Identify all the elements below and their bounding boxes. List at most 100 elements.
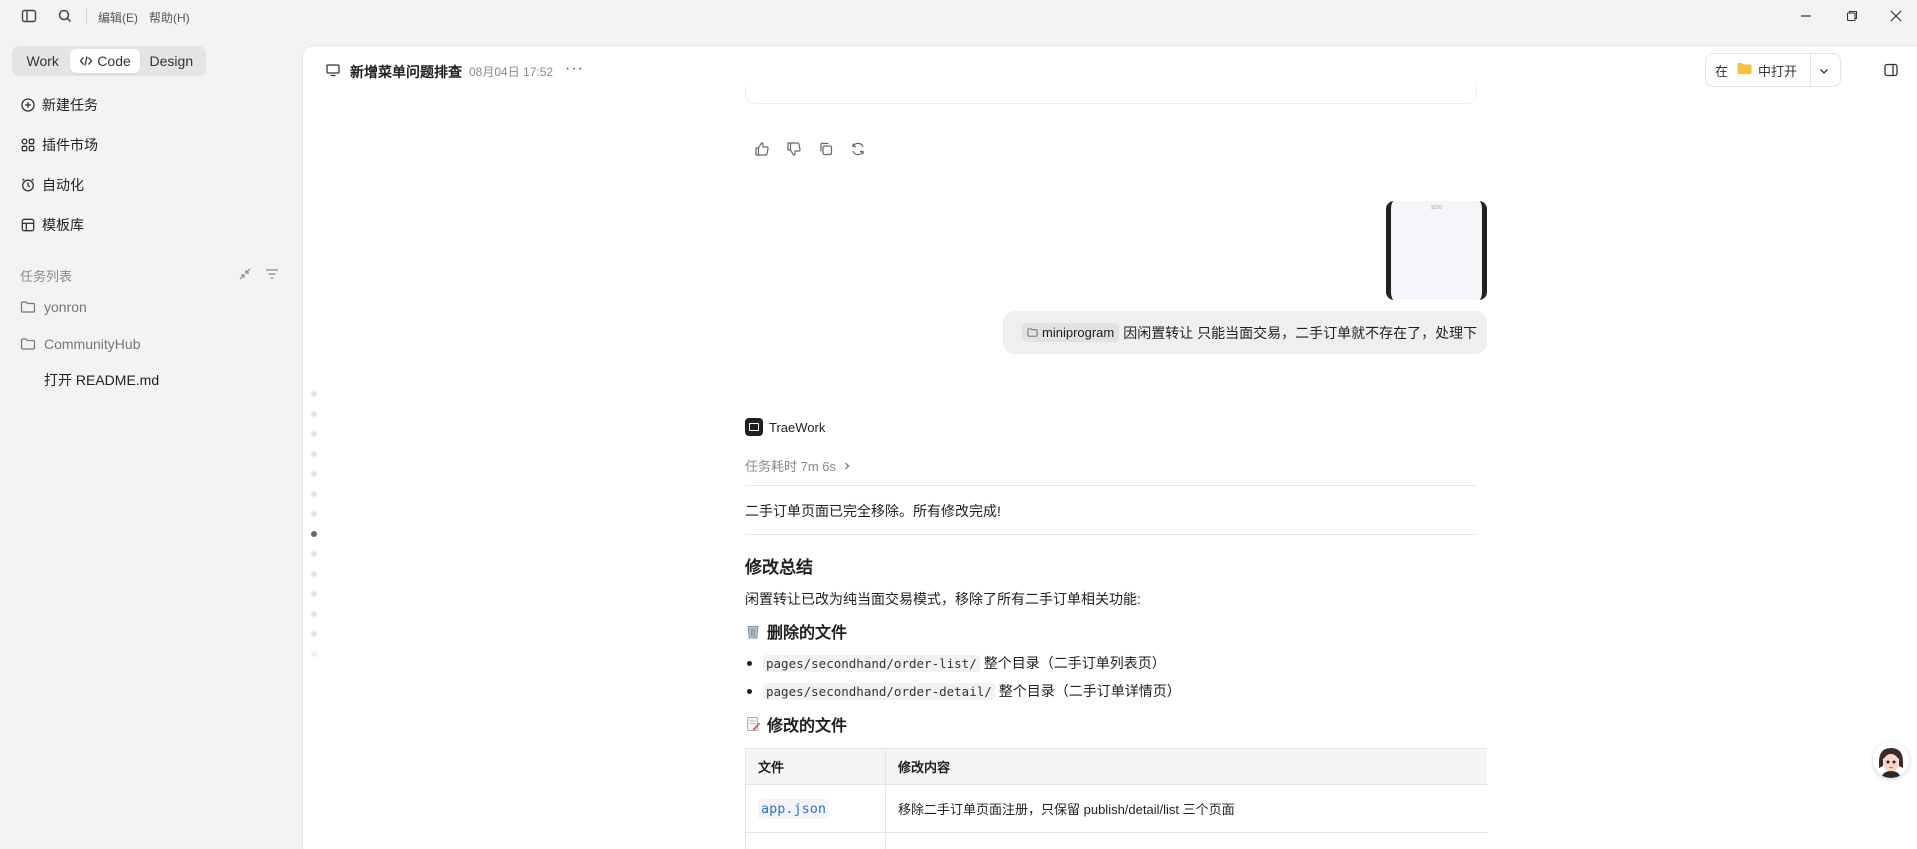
timeline-dot[interactable]	[311, 631, 317, 637]
template-icon	[21, 218, 35, 232]
task-duration-label: 任务耗时 7m 6s	[745, 459, 837, 474]
timeline-dot[interactable]	[311, 551, 317, 557]
deleted-files-title: 删除的文件	[767, 625, 848, 642]
thumbs-up-icon[interactable]	[754, 141, 770, 157]
refresh-icon[interactable]	[850, 141, 866, 157]
plugins-icon	[21, 138, 35, 152]
folder-icon	[20, 301, 36, 313]
timeline-dot[interactable]	[311, 511, 317, 517]
mode-code-label: Code	[97, 53, 131, 69]
nav-automation[interactable]: 自动化	[20, 174, 84, 196]
folder-label: CommunityHub	[44, 336, 141, 352]
file-link[interactable]: app.json	[758, 798, 830, 819]
agent-header: TraeWork	[745, 418, 825, 436]
modified-files-heading: 修改的文件	[745, 712, 847, 736]
collapse-icon[interactable]	[237, 266, 253, 282]
more-icon[interactable]: ···	[565, 60, 584, 78]
chevron-down-icon[interactable]	[1818, 65, 1830, 80]
attached-screenshot-thumbnail[interactable]: $326	[1386, 201, 1487, 300]
table-header-change: 修改内容	[898, 760, 951, 775]
table-header-file: 文件	[746, 749, 886, 784]
timeline-dot[interactable]	[311, 451, 317, 457]
traework-logo-icon	[745, 418, 763, 436]
menu-help[interactable]: 帮助(H)	[149, 9, 190, 26]
assistant-avatar[interactable]	[1873, 742, 1909, 778]
thumbnail-caption: $326	[1430, 205, 1443, 211]
agent-name: TraeWork	[769, 419, 826, 435]
table-header-row: 文件 修改内容	[746, 749, 1487, 785]
list-item-text: 整个目录（二手订单详情页）	[998, 683, 1181, 699]
task-list-title: 任务列表	[20, 269, 73, 284]
inline-code: pages/secondhand/order-detail/	[763, 682, 995, 700]
timeline-dot[interactable]	[311, 411, 317, 417]
list-item: pages/secondhand/order-list/ 整个目录（二手订单列表…	[747, 653, 1166, 673]
main-panel: 新增菜单问题排查 08月04日 17:52 ··· 在 中打开 $326 min…	[302, 45, 1917, 849]
nav-plugin-market[interactable]: 插件市场	[20, 134, 98, 156]
open-in-button[interactable]: 在 中打开	[1705, 53, 1841, 87]
folder-item-communityhub[interactable]: CommunityHub	[20, 334, 140, 354]
folder-label: yonron	[44, 299, 87, 315]
folder-chip-label: miniprogram	[1042, 325, 1115, 340]
title-bar-divider	[86, 8, 87, 24]
folder-chip[interactable]: miniprogram	[1022, 323, 1120, 342]
title-bar: 编辑(E) 帮助(H)	[0, 0, 1917, 32]
timeline-dot[interactable]	[311, 391, 317, 397]
wastebasket-icon	[747, 626, 759, 639]
mode-switch: Work Code Design	[12, 46, 206, 76]
memo-icon	[747, 717, 761, 731]
modified-files-title: 修改的文件	[767, 718, 848, 735]
table-row: app.json 移除二手订单页面注册，只保留 publish/detail/l…	[746, 785, 1487, 833]
timeline-dot-active[interactable]	[311, 531, 317, 537]
nav-new-task-label: 新建任务	[42, 97, 98, 113]
list-item: pages/secondhand/order-detail/ 整个目录（二手订单…	[747, 681, 1181, 701]
folder-item-yonron[interactable]: yonron	[20, 297, 87, 317]
plus-circle-icon	[21, 98, 35, 112]
open-readme-item[interactable]: 打开 README.md	[44, 370, 159, 390]
menu-edit[interactable]: 编辑(E)	[98, 9, 138, 26]
close-button[interactable]	[1880, 4, 1912, 28]
timeline-dot[interactable]	[311, 651, 317, 657]
restore-button[interactable]	[1836, 4, 1868, 28]
minimize-button[interactable]	[1790, 4, 1822, 28]
copy-icon[interactable]	[818, 141, 834, 157]
thumbs-down-icon[interactable]	[786, 141, 802, 157]
timeline-dot[interactable]	[311, 571, 317, 577]
table-cell-file: app.json	[746, 785, 886, 832]
open-in-divider	[1810, 53, 1811, 87]
previous-message-card	[745, 86, 1477, 104]
message-timeline	[311, 391, 317, 671]
timeline-dot[interactable]	[311, 431, 317, 437]
list-item-text: 整个目录（二手订单列表页）	[983, 655, 1166, 671]
mode-design-button[interactable]: Design	[140, 49, 203, 73]
mode-code-button[interactable]: Code	[70, 49, 140, 73]
chevron-right-icon	[844, 462, 849, 470]
folder-yellow-icon	[1737, 62, 1752, 78]
user-message-bubble: miniprogram 因闲置转让 只能当面交易，二手订单就不存在了，处理下	[1003, 311, 1487, 354]
folder-icon	[1027, 328, 1038, 337]
table-cell-change	[886, 833, 1487, 849]
search-icon[interactable]	[56, 7, 74, 25]
right-panel-toggle-icon[interactable]	[1883, 62, 1899, 78]
nav-template-library[interactable]: 模板库	[20, 214, 84, 236]
table-cell-change: 移除二手订单页面注册，只保留 publish/detail/list 三个页面	[898, 802, 1235, 817]
mode-work-button[interactable]: Work	[15, 49, 70, 73]
nav-template-library-label: 模板库	[42, 217, 84, 233]
monitor-icon	[325, 62, 341, 78]
filter-icon[interactable]	[264, 266, 280, 282]
open-in-prefix: 在	[1715, 63, 1729, 79]
task-duration[interactable]: 任务耗时 7m 6s	[745, 456, 852, 475]
open-in-label: 中打开	[1758, 63, 1798, 79]
timeline-dot[interactable]	[311, 591, 317, 597]
nav-new-task[interactable]: 新建任务	[20, 94, 98, 116]
sidebar-toggle-icon[interactable]	[20, 7, 38, 25]
deleted-files-heading: 删除的文件	[745, 619, 847, 643]
timeline-dot[interactable]	[311, 611, 317, 617]
alarm-clock-icon	[22, 178, 34, 192]
nav-plugin-market-label: 插件市场	[42, 137, 98, 153]
timeline-dot[interactable]	[311, 491, 317, 497]
completion-text: 二手订单页面已完全移除。所有修改完成!	[745, 503, 1001, 519]
timeline-dot[interactable]	[311, 471, 317, 477]
summary-heading: 修改总结	[745, 558, 813, 577]
code-icon	[79, 56, 93, 66]
task-title: 新增菜单问题排查	[350, 64, 462, 80]
